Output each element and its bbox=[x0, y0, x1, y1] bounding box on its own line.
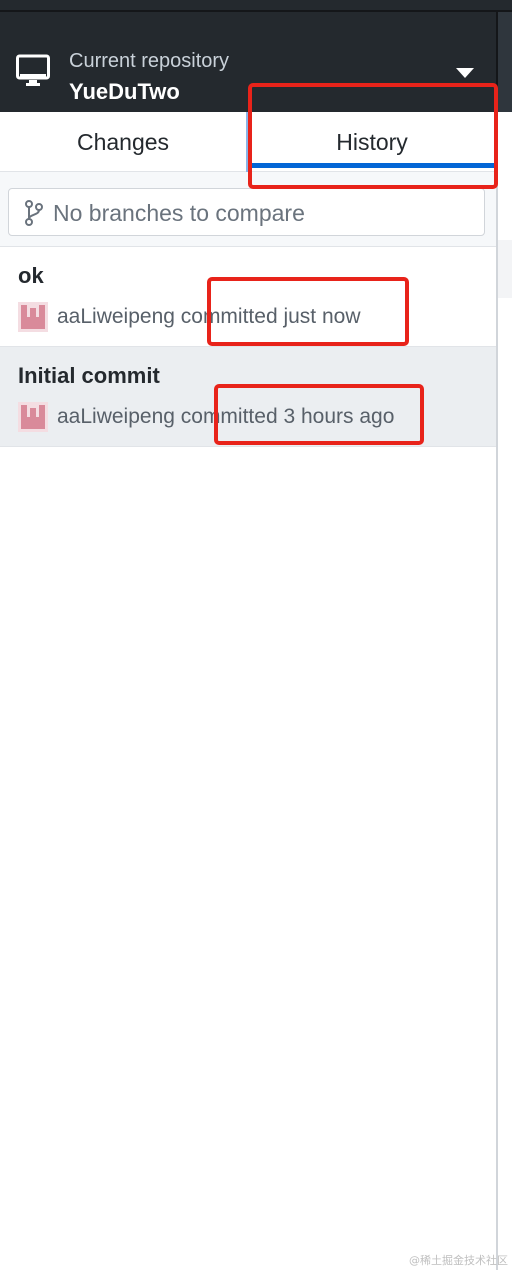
commit-title: ok bbox=[18, 263, 44, 288]
annotation-box-history-tab bbox=[248, 83, 498, 189]
diff-panel-header-edge bbox=[496, 240, 512, 298]
annotation-box-commit-time-1 bbox=[207, 277, 409, 346]
tab-changes[interactable]: Changes bbox=[0, 112, 246, 172]
git-branch-icon bbox=[25, 200, 43, 226]
top-window-strip bbox=[0, 0, 512, 12]
monitor-icon bbox=[16, 54, 50, 86]
header-right-edge bbox=[496, 12, 512, 112]
commit-title: Initial commit bbox=[18, 363, 160, 388]
branch-compare-placeholder: No branches to compare bbox=[53, 200, 305, 226]
avatar bbox=[18, 302, 48, 332]
avatar bbox=[18, 402, 48, 432]
current-repository-label: Current repository bbox=[69, 50, 230, 72]
watermark: @稀土掘金技术社区 bbox=[409, 1254, 508, 1267]
branch-compare-input[interactable]: No branches to compare bbox=[8, 188, 485, 236]
chevron-down-icon[interactable] bbox=[456, 68, 474, 78]
annotation-box-commit-time-2 bbox=[214, 384, 424, 445]
repository-name: YueDuTwo bbox=[69, 79, 180, 104]
